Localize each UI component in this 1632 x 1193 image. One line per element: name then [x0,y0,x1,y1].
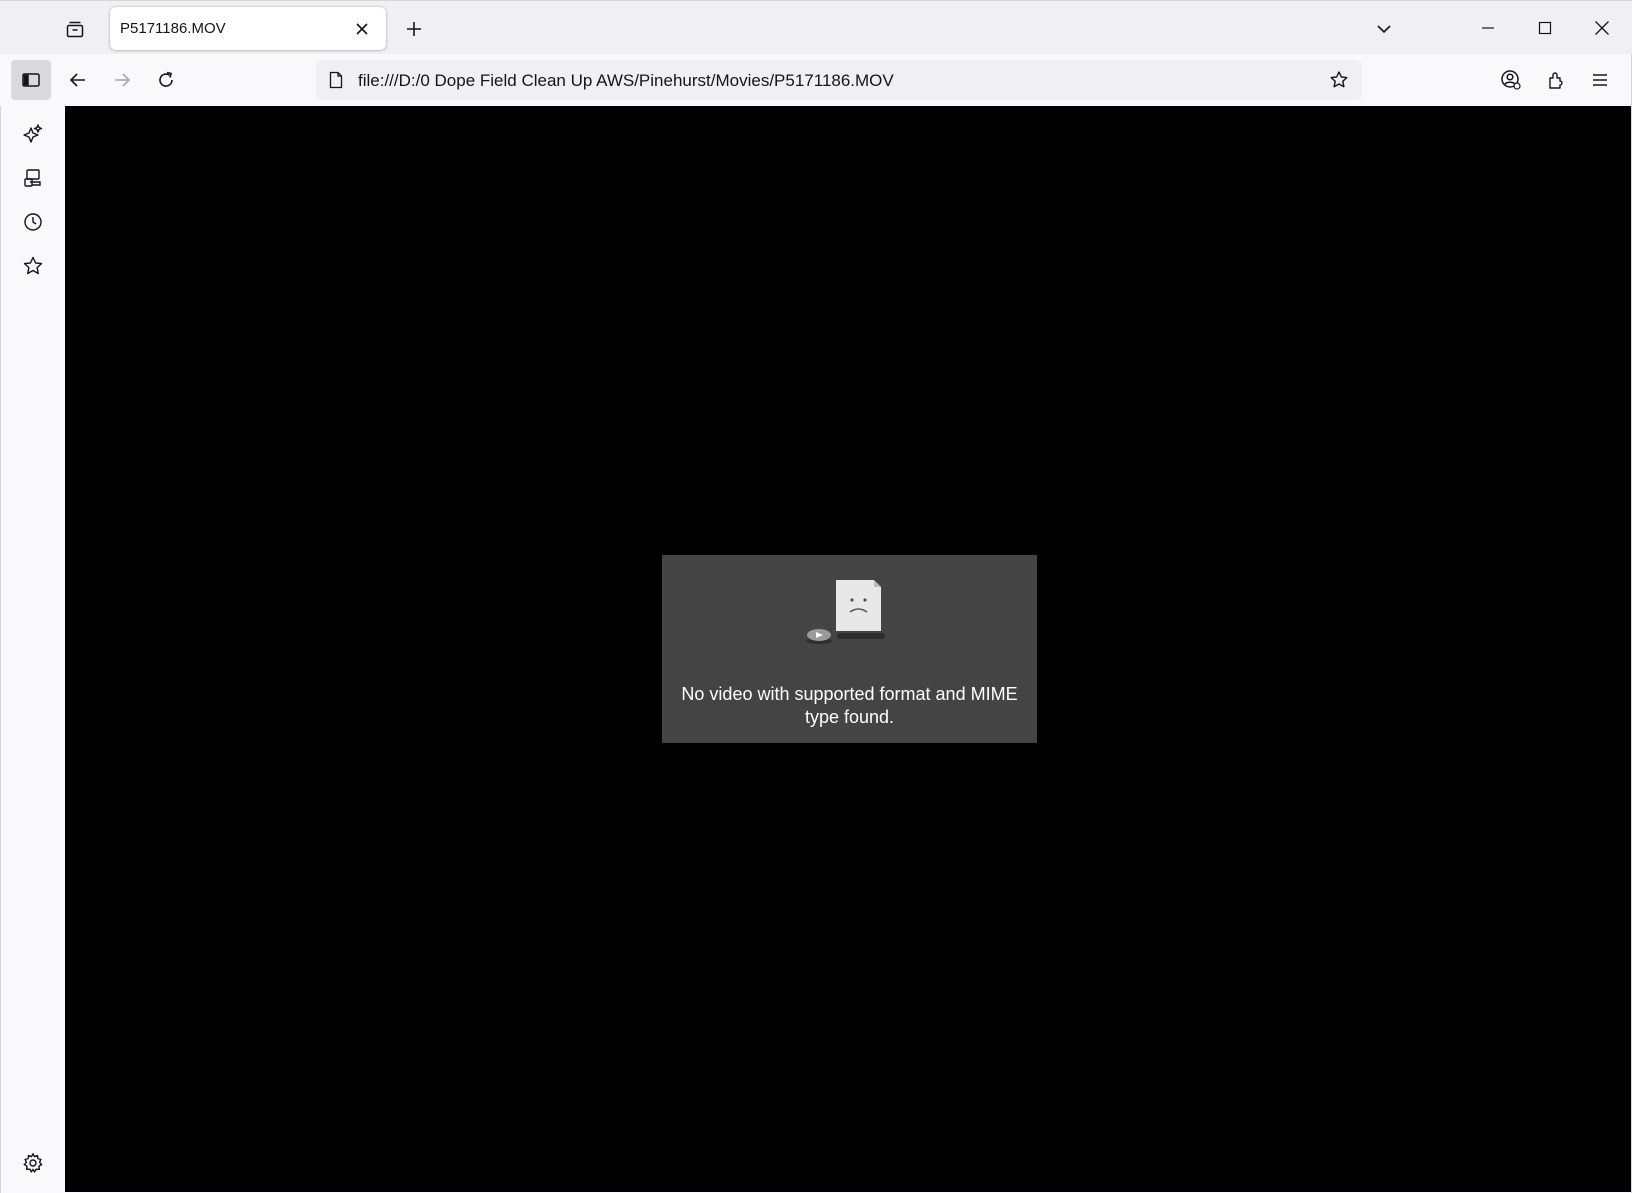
ai-chatbot-icon [23,124,43,143]
bookmark-star-button[interactable] [1326,67,1352,93]
video-error-panel: No video with supported format and MIME … [662,555,1037,743]
menu-button[interactable] [1582,62,1618,98]
tab-active[interactable]: P5171186.MOV [110,7,386,50]
sidebar-bookmarks-button[interactable] [15,248,51,284]
sidebar [0,106,64,1193]
menu-icon [1593,74,1607,86]
tab-groups-icon [66,21,84,38]
video-player[interactable]: No video with supported format and MIME … [65,106,1631,1192]
history-icon [24,213,42,231]
close-window-button[interactable] [1580,11,1624,45]
new-tab-button[interactable] [400,15,428,43]
broken-video-file-icon [806,580,885,644]
url-bar[interactable]: file:///D:/0 Dope Field Clean Up AWS/Pin… [316,60,1362,100]
extensions-button[interactable] [1538,62,1574,98]
tab-list-icon [1377,25,1391,34]
bookmarks-icon [23,256,43,275]
tab-title: P5171186.MOV [120,20,226,37]
video-error-message: No video with supported format and MIME … [672,683,1027,729]
sidebar-ai-chatbot-button[interactable] [15,116,51,152]
sidebar-history-button[interactable] [15,204,51,240]
settings-icon [23,1152,43,1174]
title-bar: P5171186.MOV [0,0,1632,54]
forward-button[interactable] [104,62,140,98]
reload-button[interactable] [148,62,184,98]
bookmark-star-icon [1330,71,1348,88]
sidebar-toggle-icon [22,73,40,87]
page-info-button[interactable] [326,70,346,90]
navigation-toolbar: file:///D:/0 Dope Field Clean Up AWS/Pin… [0,54,1632,106]
sidebar-toggle-button[interactable] [11,60,51,100]
new-tab-icon [407,22,421,36]
tab-groups-button[interactable] [60,15,90,43]
tab-list-button[interactable] [1370,15,1398,43]
maximize-icon [1538,21,1552,35]
minimize-button[interactable] [1466,11,1510,45]
video-error-line-2: type found. [804,707,895,727]
minimize-icon [1482,27,1494,29]
back-icon [69,73,85,87]
synced-tabs-icon [24,169,41,187]
back-button[interactable] [60,62,96,98]
close-tab-icon [356,23,368,35]
account-icon [1501,70,1521,90]
url-text: file:///D:/0 Dope Field Clean Up AWS/Pin… [358,71,894,90]
account-button[interactable] [1493,62,1529,98]
reload-icon [159,71,173,87]
sidebar-synced-tabs-button[interactable] [15,160,51,196]
page-icon [329,71,343,89]
forward-icon [115,73,131,87]
maximize-button[interactable] [1523,11,1567,45]
extensions-icon [1549,72,1563,89]
close-window-icon [1595,21,1609,35]
close-tab-button[interactable] [350,17,374,41]
video-error-line-1: No video with supported format and MIME [681,684,1018,704]
sidebar-settings-button[interactable] [15,1145,51,1181]
